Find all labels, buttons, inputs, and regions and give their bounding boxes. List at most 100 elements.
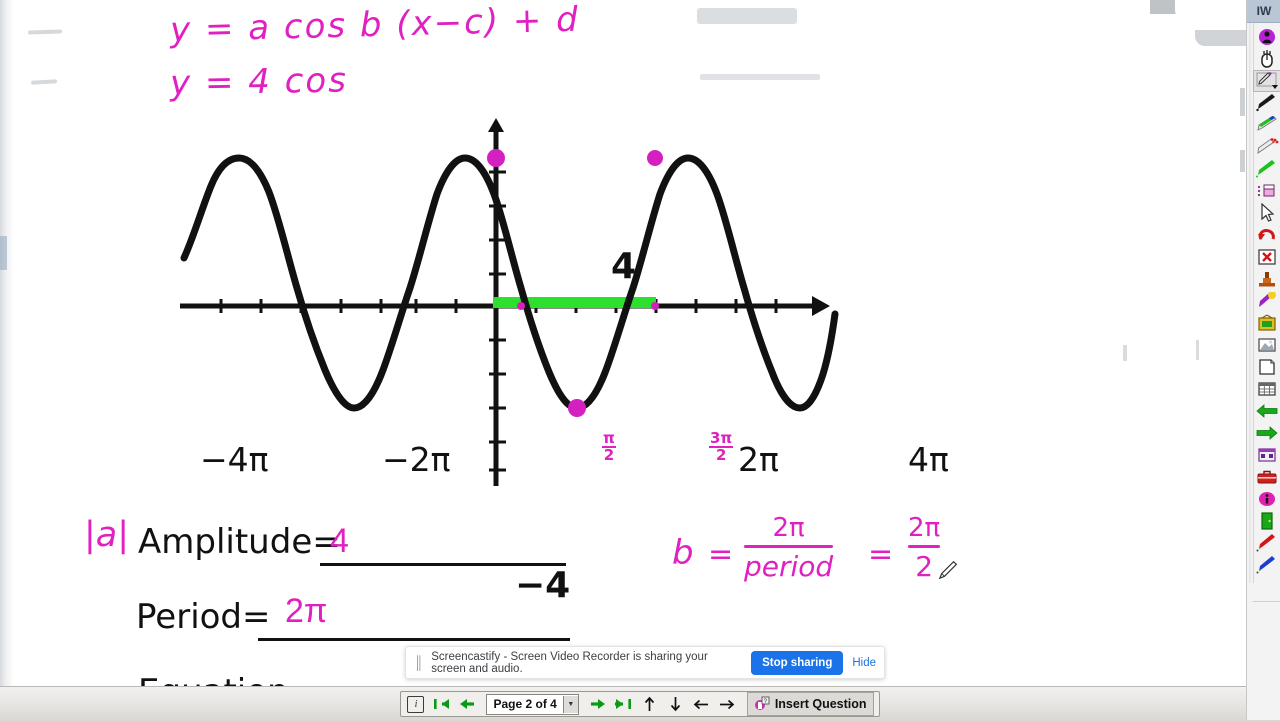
- marked-point-three-pi-over-2: [651, 302, 659, 310]
- tool-image[interactable]: [1253, 334, 1280, 356]
- scroll-up-button[interactable]: [640, 695, 659, 714]
- scroll-down-button[interactable]: [666, 695, 685, 714]
- stop-sharing-button[interactable]: Stop sharing: [751, 650, 844, 675]
- pen-green-icon: [1256, 160, 1275, 178]
- info-button[interactable]: i: [406, 695, 425, 714]
- info-icon: i: [407, 695, 425, 713]
- left-edge-blue-mark: [0, 236, 7, 270]
- image-icon: [1258, 338, 1276, 352]
- b-formula-fraction-1: 2π period: [744, 513, 834, 583]
- blank-page-icon: [1259, 359, 1275, 375]
- annotation-three-pi-over-2-denominator: 2: [715, 446, 727, 465]
- tool-stamp[interactable]: [1253, 268, 1280, 290]
- cosine-curve: [180, 154, 839, 412]
- b-formula-fraction-2-numerator: 2π: [908, 513, 941, 543]
- canvas-smudge: [1240, 88, 1245, 116]
- period-value: 2π: [285, 592, 328, 630]
- toolbar-title: IW: [1247, 0, 1280, 23]
- insert-question-button[interactable]: ? Insert Question: [746, 692, 874, 716]
- delete-icon: [1258, 249, 1276, 265]
- annotation-pi-over-2-denominator: 2: [603, 446, 615, 465]
- tool-undo[interactable]: [1253, 224, 1280, 246]
- previous-page-icon: [460, 699, 475, 709]
- canvas-smudge: [1240, 150, 1245, 172]
- chevron-down-icon[interactable]: ▼: [562, 695, 578, 713]
- canvas-smudge: [27, 29, 63, 35]
- screencast-sharing-bar: ║ Screencastify - Screen Video Recorder …: [405, 646, 885, 679]
- first-page-icon: [433, 699, 449, 709]
- top-scroll-artifact: [1195, 30, 1246, 46]
- tool-pen-green[interactable]: [1253, 158, 1280, 180]
- previous-page-button[interactable]: [458, 695, 477, 714]
- first-page-button[interactable]: [432, 695, 451, 714]
- x-tick-label-minus-two-pi: −2π: [382, 440, 451, 479]
- tool-spotlight[interactable]: [1253, 290, 1280, 312]
- last-page-icon: [615, 699, 632, 709]
- spotlight-icon: [1259, 292, 1276, 307]
- page-selector-label: Page 2 of 4: [493, 697, 557, 711]
- left-edge-shadow: [0, 0, 14, 686]
- annotation-three-pi-over-2: 3π 2: [709, 430, 734, 465]
- tool-toolbox[interactable]: [1253, 466, 1280, 488]
- exit-door-icon: [1261, 512, 1273, 530]
- handwritten-applied-formula: y = 4 cos: [169, 60, 349, 104]
- marked-point-maximum-at-two-pi: [647, 150, 663, 166]
- last-page-button[interactable]: [614, 695, 633, 714]
- tool-marker-black[interactable]: [1253, 92, 1280, 114]
- tool-pen-blue[interactable]: [1253, 554, 1280, 576]
- pen-cursor-icon: [938, 560, 958, 580]
- picture-frame-icon: [1258, 314, 1276, 331]
- tool-pen-dropdown[interactable]: [1253, 70, 1280, 92]
- whiteboard-canvas[interactable]: y = a cos b (x−c) + d y = 4 cos −4π −2π …: [0, 0, 1246, 686]
- x-axis-arrow: [812, 296, 830, 316]
- b-formula-fraction-2-denominator: 2: [915, 550, 934, 583]
- marked-point-pi-over-2: [517, 302, 525, 310]
- pen-blue-icon: [1256, 556, 1275, 574]
- x-tick-label-two-pi: 2π: [738, 440, 779, 479]
- b-formula-fraction-1-denominator: period: [744, 550, 834, 583]
- x-tick-label-four-pi: 4π: [908, 440, 949, 479]
- scroll-right-button[interactable]: [718, 695, 737, 714]
- tool-mouse[interactable]: [1253, 48, 1280, 70]
- tool-exit-door[interactable]: [1253, 510, 1280, 532]
- toolbar-divider: [1253, 601, 1280, 602]
- handwritten-general-formula: y = a cos b (x−c) + d: [169, 0, 581, 51]
- tool-info-circle[interactable]: [1253, 488, 1280, 510]
- tool-user[interactable]: [1253, 26, 1280, 48]
- tool-grid[interactable]: [1253, 378, 1280, 400]
- amplitude-answer-line: [320, 563, 566, 566]
- tool-blank-page[interactable]: [1253, 356, 1280, 378]
- cursor-arrow-icon: [1261, 203, 1275, 222]
- canvas-smudge: [1196, 340, 1199, 360]
- tool-highlighter-green[interactable]: [1253, 114, 1280, 136]
- tool-arrow-left[interactable]: [1253, 400, 1280, 422]
- page-selector[interactable]: Page 2 of 4 ▼: [486, 693, 579, 715]
- annotation-pi-over-2: π 2: [602, 430, 616, 465]
- tool-picture-frame[interactable]: [1253, 312, 1280, 334]
- tool-eraser[interactable]: [1253, 180, 1280, 202]
- hide-button[interactable]: Hide: [852, 657, 876, 669]
- absolute-a-annotation: |a|: [84, 515, 130, 555]
- x-tick-label-minus-four-pi: −4π: [200, 440, 269, 479]
- scroll-left-button[interactable]: [692, 695, 711, 714]
- page-navigation-group: i Page 2 of 4 ▼ ? Insert Question: [400, 691, 880, 717]
- arrow-right-green-icon: [1256, 426, 1278, 440]
- amplitude-value: 4: [330, 522, 349, 560]
- page-navigation-bar: i Page 2 of 4 ▼ ? Insert Question: [0, 686, 1280, 721]
- tool-delete[interactable]: [1253, 246, 1280, 268]
- tool-cursor[interactable]: [1253, 202, 1280, 224]
- b-formula-fraction-1-numerator: 2π: [772, 513, 805, 543]
- pen-red-icon: [1256, 534, 1275, 552]
- canvas-smudge: [700, 74, 820, 80]
- next-page-button[interactable]: [588, 695, 607, 714]
- tool-arrow-right[interactable]: [1253, 422, 1280, 444]
- tool-pattern[interactable]: [1253, 444, 1280, 466]
- tool-glitter-pen[interactable]: [1253, 136, 1280, 158]
- period-answer-line: [258, 638, 570, 641]
- y-axis-arrow: [488, 118, 504, 132]
- screencast-message: Screencastify - Screen Video Recorder is…: [431, 650, 708, 675]
- y-tick-label-minus-four: −4: [515, 565, 571, 606]
- tool-pen-red[interactable]: [1253, 532, 1280, 554]
- canvas-smudge: [697, 8, 797, 24]
- b-formula-fraction-2: 2π 2: [908, 513, 941, 583]
